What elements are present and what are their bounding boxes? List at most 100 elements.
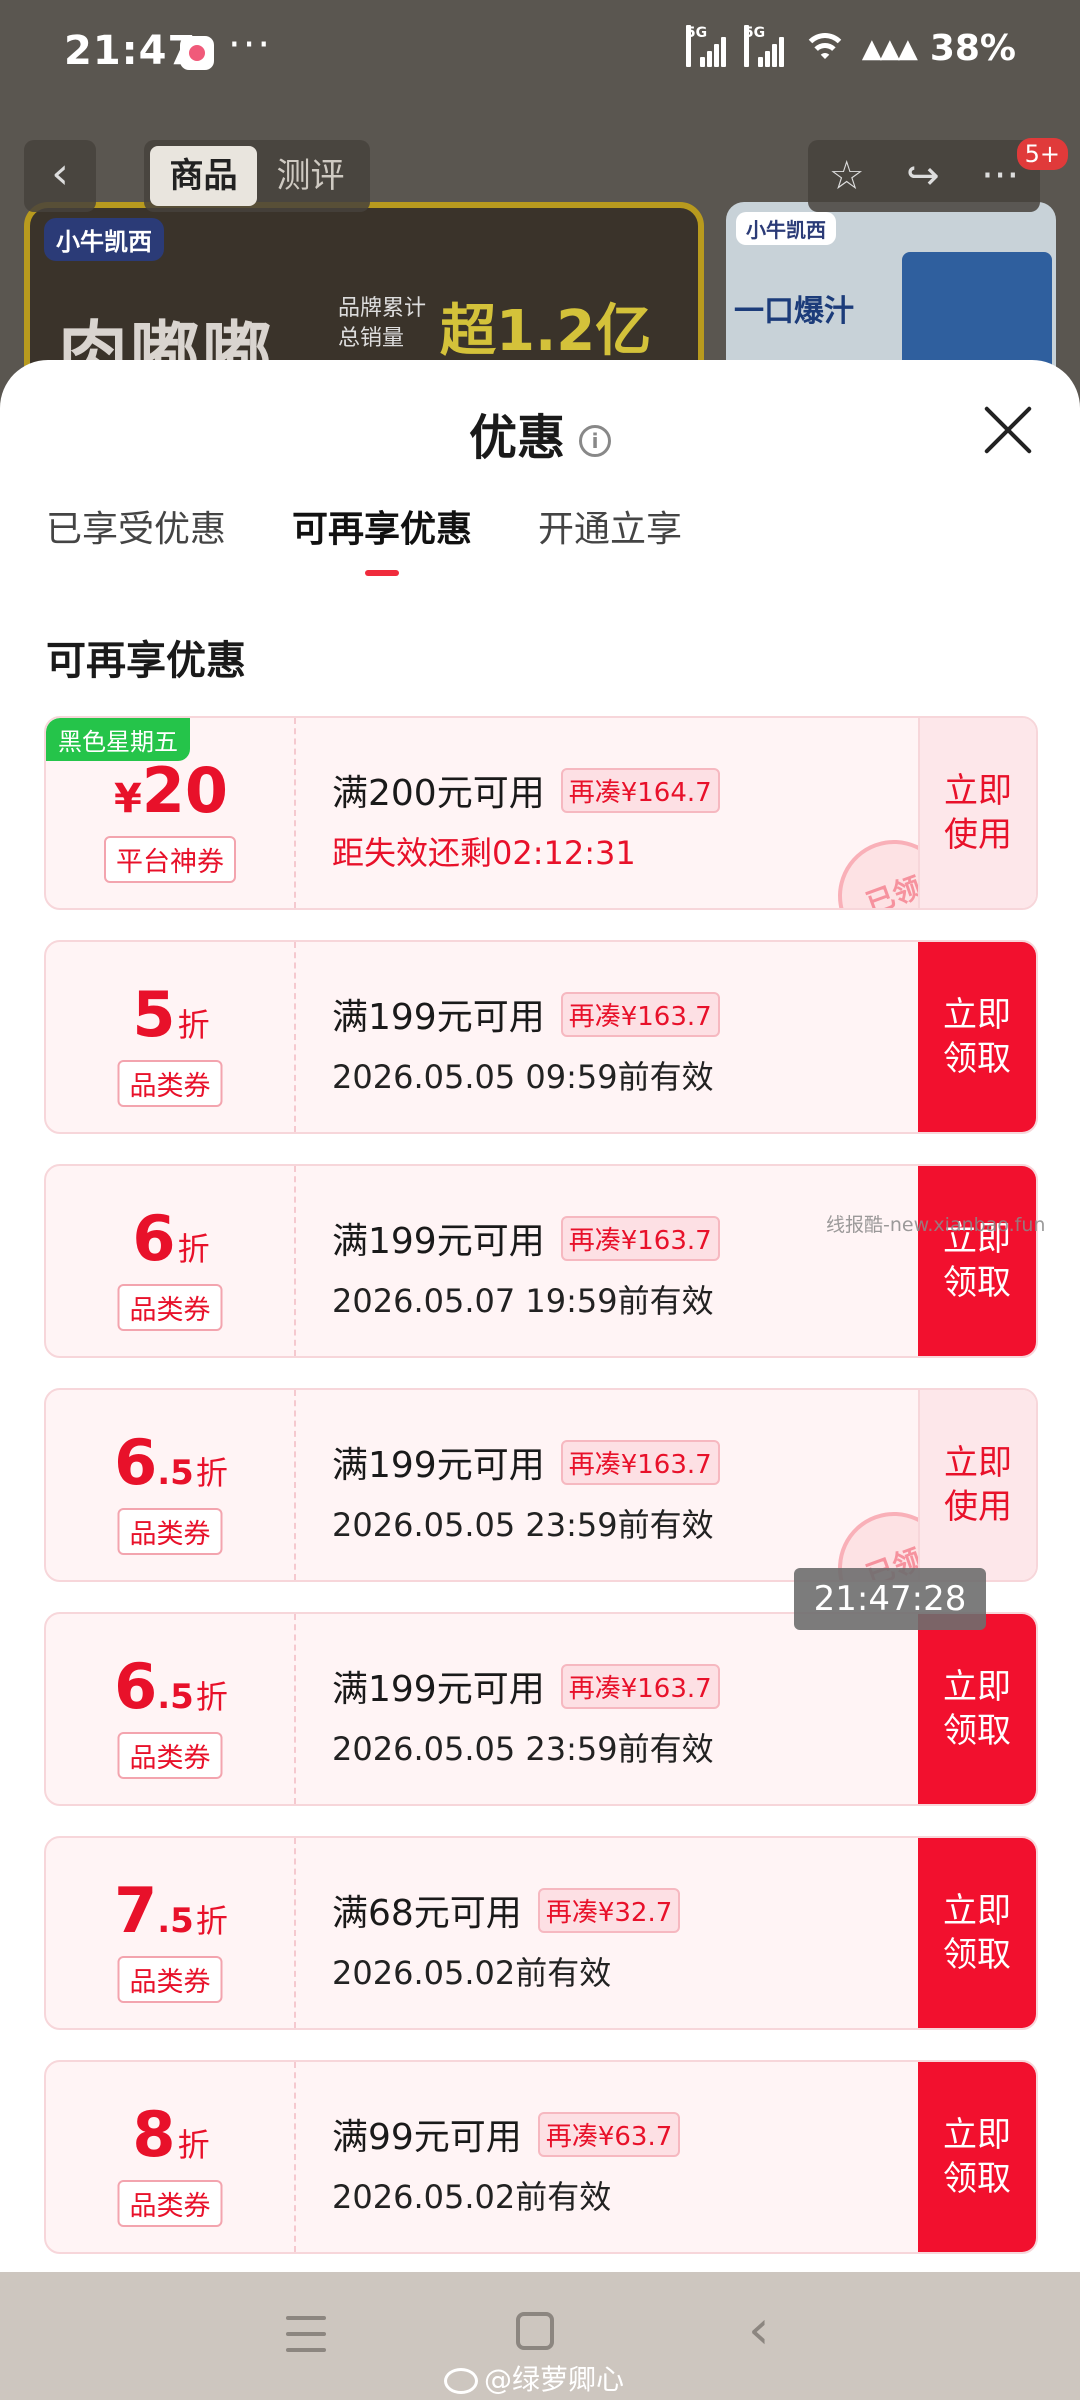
coupon-value: 7 — [114, 1874, 158, 1947]
coupon-value: 8 — [132, 2098, 176, 2171]
product-actions: ☆ ↪ ··· — [808, 140, 1040, 212]
brand-logo: 小牛凯西 — [736, 212, 836, 245]
tab-enjoyed-discounts[interactable]: 已享受优惠 — [46, 500, 226, 576]
coupon-details: 满199元可用 再凑¥163.7 2026.05.05 23:59前有效 — [332, 1660, 892, 1770]
use-now-button[interactable]: 立即 使用 — [918, 718, 1036, 908]
weibo-logo-icon — [444, 2368, 478, 2394]
coupon-type-label: 品类券 — [117, 1508, 223, 1555]
coupon-details: 满99元可用 再凑¥63.7 2026.05.02前有效 — [332, 2108, 892, 2218]
nav-back-icon[interactable]: ‹ — [748, 2303, 770, 2357]
coupon-card: 6折 品类券 满199元可用 再凑¥163.7 2026.05.07 19:59前… — [44, 1164, 1038, 1358]
watermark-text: 线报酷-new.xianbao.fun — [826, 1214, 1046, 1236]
more-notifications-icon: ··· — [228, 22, 273, 68]
coupon-type-label: 品类券 — [117, 1060, 223, 1107]
coupon-value-panel: 8折 品类券 — [46, 2062, 296, 2252]
close-icon[interactable] — [982, 404, 1034, 456]
coupon-value: 6 — [132, 1202, 176, 1275]
coupon-condition-row: 满200元可用 再凑¥164.7 — [332, 764, 892, 816]
coupon-details: 满199元可用 再凑¥163.7 2026.05.05 23:59前有效 — [332, 1436, 892, 1546]
coupon-value-panel: 6.5折 品类券 — [46, 1614, 296, 1804]
clock-toast: 21:47:28 — [794, 1568, 986, 1630]
signal-5g-icon: 5G — [685, 24, 730, 67]
coupon-details: 满68元可用 再凑¥32.7 2026.05.02前有效 — [332, 1884, 892, 1994]
discount-sheet: 优惠 i 已享受优惠 可再享优惠 开通立享 可再享优惠 ¥20 平台神券 黑色星期… — [0, 360, 1080, 2272]
coupon-expiry: 2026.05.05 09:59前有效 — [332, 1058, 714, 1096]
coupon-topup-amount: 再凑¥163.7 — [560, 1439, 720, 1485]
banner-subtext-line: 品牌累计 — [338, 296, 427, 321]
coupon-list: ¥20 平台神券 黑色星期五 满200元可用 再凑¥164.7 距失效还剩02:1… — [44, 716, 1038, 2272]
coupon-type-label: 平台神券 — [104, 836, 236, 883]
coupon-topup-amount: 再凑¥32.7 — [537, 1887, 681, 1933]
coupon-details: 满199元可用 再凑¥163.7 2026.05.05 09:59前有效 — [332, 988, 892, 1098]
coupon-value-decimal: .5 — [157, 1677, 194, 1717]
tab-activate-discounts[interactable]: 开通立享 — [538, 500, 682, 576]
tab-review[interactable]: 测评 — [257, 146, 364, 206]
system-status-icons: ▲▲▲ — [861, 33, 918, 64]
coupon-condition-row: 满68元可用 再凑¥32.7 — [332, 1884, 892, 1936]
coupon-type-label: 品类券 — [117, 1284, 223, 1331]
promo-tag: 黑色星期五 — [46, 718, 190, 761]
claim-now-button[interactable]: 立即 领取 — [918, 1166, 1036, 1356]
tab-more-discounts[interactable]: 可再享优惠 — [292, 500, 472, 576]
status-time: 21:47 — [64, 28, 197, 74]
claim-now-button[interactable]: 立即 领取 — [918, 1838, 1036, 2028]
coupon-expiry: 2026.05.05 23:59前有效 — [332, 1730, 714, 1768]
claim-now-button[interactable]: 立即 领取 — [918, 1614, 1036, 1804]
discount-tabs: 已享受优惠 可再享优惠 开通立享 — [46, 500, 682, 576]
app-notification-icon — [180, 36, 214, 70]
coupon-amount: ¥20 — [46, 754, 296, 827]
claim-now-button[interactable]: 立即 领取 — [918, 942, 1036, 1132]
back-button[interactable]: ‹ — [24, 140, 96, 212]
coupon-condition-row: 满99元可用 再凑¥63.7 — [332, 2108, 892, 2160]
section-title: 可再享优惠 — [46, 638, 246, 684]
discount-unit: 折 — [195, 1678, 228, 1716]
coupon-expiry: 2026.05.07 19:59前有效 — [332, 1282, 714, 1320]
coupon-condition-row: 满199元可用 再凑¥163.7 — [332, 1436, 892, 1488]
system-nav-bar: ‹ @绿萝卿心 — [0, 2272, 1080, 2400]
share-icon[interactable]: ↪ — [906, 153, 940, 199]
coupon-card: 7.5折 品类券 满68元可用 再凑¥32.7 2026.05.02前有效 立即领… — [44, 1836, 1038, 2030]
coupon-value-panel: 5折 品类券 — [46, 942, 296, 1132]
message-badge: 5+ — [1016, 138, 1068, 170]
recent-apps-icon[interactable] — [286, 2316, 326, 2352]
signal-5g-icon: 5G — [743, 24, 788, 67]
coupon-value-decimal: .5 — [157, 1901, 194, 1941]
coupon-value-panel: 6折 品类券 — [46, 1166, 296, 1356]
claim-now-button[interactable]: 立即 领取 — [918, 2062, 1036, 2252]
coupon-expiry: 2026.05.02前有效 — [332, 2178, 612, 2216]
coupon-condition: 满199元可用 — [332, 997, 545, 1038]
coupon-amount: 7.5折 — [46, 1874, 296, 1947]
coupon-details: 满199元可用 再凑¥163.7 2026.05.07 19:59前有效 — [332, 1212, 892, 1322]
coupon-amount: 6.5折 — [46, 1650, 296, 1723]
coupon-type-label: 品类券 — [117, 1956, 223, 2003]
coupon-expiry: 2026.05.05 23:59前有效 — [332, 1506, 714, 1544]
battery-level: 38% — [929, 28, 1016, 69]
discount-unit: 折 — [195, 1454, 228, 1492]
coupon-topup-amount: 再凑¥164.7 — [560, 767, 720, 813]
coupon-card: 5折 品类券 满199元可用 再凑¥163.7 2026.05.05 09:59前… — [44, 940, 1038, 1134]
favorite-star-icon[interactable]: ☆ — [829, 153, 865, 199]
banner-highlight: 超1.2亿 — [440, 299, 652, 364]
use-now-button[interactable]: 立即 使用 — [918, 1390, 1036, 1580]
discount-unit: 折 — [177, 1230, 210, 1268]
coupon-amount: 5折 — [46, 978, 296, 1051]
discount-unit: 折 — [177, 1006, 210, 1044]
coupon-value-decimal: .5 — [157, 1453, 194, 1493]
more-icon[interactable]: ··· — [981, 153, 1019, 199]
coupon-type-label: 品类券 — [117, 2180, 223, 2227]
tab-product[interactable]: 商品 — [150, 146, 257, 206]
coupon-topup-amount: 再凑¥163.7 — [560, 1215, 720, 1261]
coupon-condition-row: 满199元可用 再凑¥163.7 — [332, 1212, 892, 1264]
coupon-value: 5 — [132, 978, 176, 1051]
coupon-amount: 8折 — [46, 2098, 296, 2171]
info-icon[interactable]: i — [579, 425, 611, 457]
coupon-details: 满200元可用 再凑¥164.7 距失效还剩02:12:31 — [332, 764, 892, 874]
discount-unit: 折 — [177, 2126, 210, 2164]
coupon-card: 6.5折 品类券 满199元可用 再凑¥163.7 2026.05.05 23:5… — [44, 1388, 1038, 1582]
weibo-watermark: @绿萝卿心 — [444, 2358, 624, 2398]
coupon-value-panel: 7.5折 品类券 — [46, 1838, 296, 2028]
coupon-value: 6 — [114, 1650, 158, 1723]
home-icon[interactable] — [516, 2312, 554, 2350]
coupon-countdown: 距失效还剩02:12:31 — [332, 834, 636, 872]
coupon-value: 6 — [114, 1426, 158, 1499]
